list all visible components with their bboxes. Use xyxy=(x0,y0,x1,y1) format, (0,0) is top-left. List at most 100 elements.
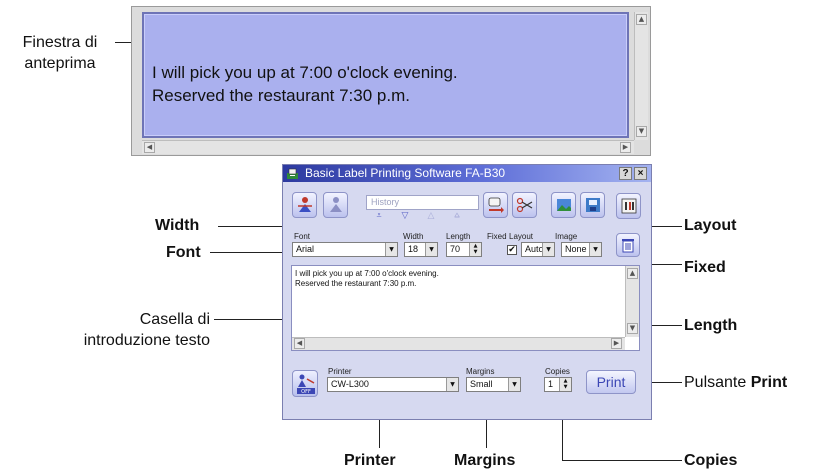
preview-window: I will pick you up at 7:00 o'clock eveni… xyxy=(131,6,651,156)
scroll-up-icon[interactable]: ▲ xyxy=(627,268,638,279)
print-callout-prefix: Pulsante xyxy=(684,374,751,391)
disk-picture-icon xyxy=(586,198,600,212)
tool-button-2[interactable] xyxy=(323,192,348,218)
margins-value: Small xyxy=(470,379,493,389)
chevron-down-icon[interactable]: ▼ xyxy=(542,243,554,256)
width-value: 18 xyxy=(408,244,419,254)
scroll-left-icon[interactable]: ◀ xyxy=(144,142,155,153)
copies-callout: Copies xyxy=(684,452,738,469)
window-title: Basic Label Printing Software FA-B30 xyxy=(305,166,506,180)
tool-button-1[interactable] xyxy=(292,192,317,218)
history-up-icon[interactable]: △ xyxy=(421,211,441,221)
printer-select[interactable]: CW-L300 ▼ xyxy=(327,377,459,392)
trash-icon xyxy=(622,239,634,253)
preview-window-callout: Finestra di anteprima xyxy=(22,34,98,72)
text-box-callout-line xyxy=(214,319,292,320)
printer-label: Printer xyxy=(328,367,352,376)
chevron-down-icon[interactable]: ▼ xyxy=(589,243,601,256)
margins-select[interactable]: Small ▼ xyxy=(466,377,521,392)
copies-label: Copies xyxy=(545,367,570,376)
margins-callout: Margins xyxy=(454,452,516,469)
history-first-icon[interactable]: ⩡ xyxy=(369,211,389,221)
font-callout: Font xyxy=(166,244,201,261)
font-label: Font xyxy=(294,232,311,241)
history-field[interactable]: History xyxy=(366,195,479,210)
cut-button[interactable] xyxy=(512,192,537,218)
scroll-right-icon[interactable]: ▶ xyxy=(620,142,631,153)
history-down-icon[interactable]: ▽ xyxy=(395,211,415,221)
scroll-down-icon[interactable]: ▼ xyxy=(636,126,647,137)
help-button[interactable]: ? xyxy=(619,167,632,180)
scroll-down-icon[interactable]: ▼ xyxy=(627,323,638,334)
spinner-icon[interactable]: ▲ ▼ xyxy=(559,378,571,391)
power-off-icon: OFF xyxy=(297,374,315,395)
layout-callout: Layout xyxy=(684,217,737,234)
settings-button[interactable] xyxy=(616,193,641,219)
title-bar: Basic Label Printing Software FA-B30 ? × xyxy=(283,165,651,182)
delete-button[interactable] xyxy=(616,233,640,257)
scroll-left-icon[interactable]: ◀ xyxy=(294,338,305,349)
print-button-callout: Pulsante Print xyxy=(684,372,787,393)
print-button[interactable]: Print xyxy=(586,370,636,394)
history-last-icon[interactable]: ⩠ xyxy=(447,211,467,221)
length-value: 70 xyxy=(450,244,461,254)
margins-label: Margins xyxy=(466,367,495,376)
width-label: Width xyxy=(403,232,424,241)
printer-callout: Printer xyxy=(344,452,396,469)
label-software-window: Basic Label Printing Software FA-B30 ? ×… xyxy=(282,164,652,420)
image-label: Image xyxy=(555,232,578,241)
fixed-label: Fixed xyxy=(487,232,507,241)
font-select[interactable]: Arial ▼ xyxy=(292,242,398,257)
print-callout-bold: Print xyxy=(750,374,788,391)
history-placeholder: History xyxy=(371,197,400,207)
font-callout-line xyxy=(210,252,286,253)
text-vertical-scrollbar[interactable]: ▲ ▼ xyxy=(625,266,639,337)
length-callout: Length xyxy=(684,317,738,334)
length-stepper[interactable]: 70 ▲ ▼ xyxy=(446,242,482,257)
chevron-down-icon[interactable]: ▼ xyxy=(446,378,458,391)
app-icon xyxy=(287,168,298,179)
scroll-right-icon[interactable]: ▶ xyxy=(611,338,622,349)
scissors-icon xyxy=(516,197,533,213)
text-line-2: Reserved the restaurant 7:30 p.m. xyxy=(295,279,417,288)
preview-horizontal-scrollbar[interactable]: ◀ ▶ xyxy=(142,140,634,154)
printer-value: CW-L300 xyxy=(331,379,369,389)
spinner-icon[interactable]: ▲ ▼ xyxy=(469,243,481,256)
font-value: Arial xyxy=(296,244,315,254)
chevron-down-icon[interactable]: ▼ xyxy=(508,378,520,391)
chevron-down-icon[interactable]: ▼ xyxy=(385,243,397,256)
preview-panel: I will pick you up at 7:00 o'clock eveni… xyxy=(142,12,629,138)
preview-vertical-scrollbar[interactable]: ▲ ▼ xyxy=(634,12,648,140)
text-line-1: I will pick you up at 7:00 o'clock eveni… xyxy=(295,269,439,278)
copies-stepper[interactable]: 1 ▲ ▼ xyxy=(544,377,572,392)
text-box-callout: Casella di introduzione testo xyxy=(83,311,210,349)
preview-line-2: Reserved the restaurant 7:30 p.m. xyxy=(152,86,410,105)
tape-feed-button[interactable] xyxy=(483,192,508,218)
layout-value: Auto xyxy=(525,244,544,254)
person-print-icon xyxy=(298,197,312,212)
preview-line-1: I will pick you up at 7:00 o'clock eveni… xyxy=(152,63,458,82)
save-image-button[interactable] xyxy=(580,192,605,218)
scroll-up-icon[interactable]: ▲ xyxy=(636,14,647,25)
copies-callout-line-h xyxy=(562,460,682,461)
layout-select[interactable]: Auto ▼ xyxy=(521,242,555,257)
text-horizontal-scrollbar[interactable]: ◀ ▶ xyxy=(292,337,625,350)
layout-label: Layout xyxy=(509,232,534,241)
power-off-button[interactable]: OFF xyxy=(292,370,318,397)
image-button[interactable] xyxy=(551,192,576,218)
text-input-box[interactable]: I will pick you up at 7:00 o'clock eveni… xyxy=(291,265,640,351)
picture-icon xyxy=(557,199,571,211)
image-value: None xyxy=(565,244,587,254)
image-select[interactable]: None ▼ xyxy=(561,242,602,257)
fixed-callout: Fixed xyxy=(684,259,726,276)
chevron-down-icon[interactable]: ▼ xyxy=(425,243,437,256)
copies-value: 1 xyxy=(548,379,554,389)
close-button[interactable]: × xyxy=(634,167,647,180)
off-text: OFF xyxy=(301,389,311,395)
preview-text: I will pick you up at 7:00 o'clock eveni… xyxy=(152,61,458,107)
width-select[interactable]: 18 ▼ xyxy=(404,242,438,257)
settings-icon xyxy=(621,198,637,214)
fixed-checkbox[interactable]: ✔ xyxy=(507,245,517,255)
person-icon xyxy=(330,197,342,212)
width-callout: Width xyxy=(155,217,200,234)
